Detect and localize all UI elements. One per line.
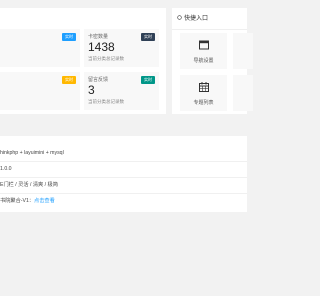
stat-title: 留言反馈 (88, 77, 109, 83)
info-value: hinkphp + layuimini + mysql (0, 150, 64, 156)
stat-card-1: 实时 (0, 29, 80, 67)
info-row-framework: hinkphp + layuimini + mysql (0, 146, 247, 162)
realtime-badge: 实时 (141, 76, 155, 84)
stat-card-3: 实时 (0, 72, 80, 110)
realtime-badge: 实时 (62, 33, 76, 41)
info-row-version: 1.0.0 (0, 162, 247, 178)
shortcut-topic-list[interactable]: 专题列表 (180, 75, 227, 111)
shortcut-nav-settings[interactable]: 导航设置 (180, 33, 227, 69)
stat-subtitle: 当前分类总记录数 (88, 56, 124, 61)
system-info-panel: hinkphp + layuimini + mysql 1.0.0 E门栏 / … (0, 136, 247, 212)
stat-card-feedback: 留言反馈 3 当前分类总记录数 实时 (84, 72, 159, 110)
shortcut-partial[interactable] (233, 75, 253, 111)
info-row-download: 书院聚合-V1：点击查看 (0, 194, 247, 209)
info-row-features: E门栏 / 灵活 / 清爽 / 极简 (0, 178, 247, 194)
stats-panel: 实时 卡密数量 1438 当前分类总记录数 实时 实时 留言反馈 3 当前分类总… (0, 8, 166, 114)
stat-title: 卡密数量 (88, 34, 109, 40)
quick-entry-header: 快捷入口 (176, 13, 209, 22)
calendar-icon (198, 82, 209, 92)
shortcut-label: 专题列表 (193, 100, 214, 106)
shortcut-label: 导航设置 (193, 58, 214, 64)
realtime-badge: 实时 (141, 33, 155, 41)
info-value: E门栏 / 灵活 / 清爽 / 极简 (0, 182, 58, 188)
quick-entry-panel: 快捷入口 导航设置 专题列表 (172, 8, 253, 114)
info-value: 1.0.0 (0, 166, 12, 172)
stat-value: 3 (88, 83, 95, 97)
stat-value: 1438 (88, 40, 115, 54)
view-link[interactable]: 点击查看 (34, 198, 55, 204)
stat-card-card-count: 卡密数量 1438 当前分类总记录数 实时 (84, 29, 159, 67)
divider (172, 29, 247, 30)
shortcut-partial[interactable] (233, 33, 253, 69)
quick-entry-title: 快捷入口 (184, 16, 209, 22)
stat-subtitle: 当前分类总记录数 (88, 99, 124, 104)
info-value: 书院聚合-V1： (0, 198, 35, 204)
window-icon (198, 40, 209, 50)
realtime-badge: 实时 (62, 76, 76, 84)
shortcut-icon (176, 14, 183, 21)
